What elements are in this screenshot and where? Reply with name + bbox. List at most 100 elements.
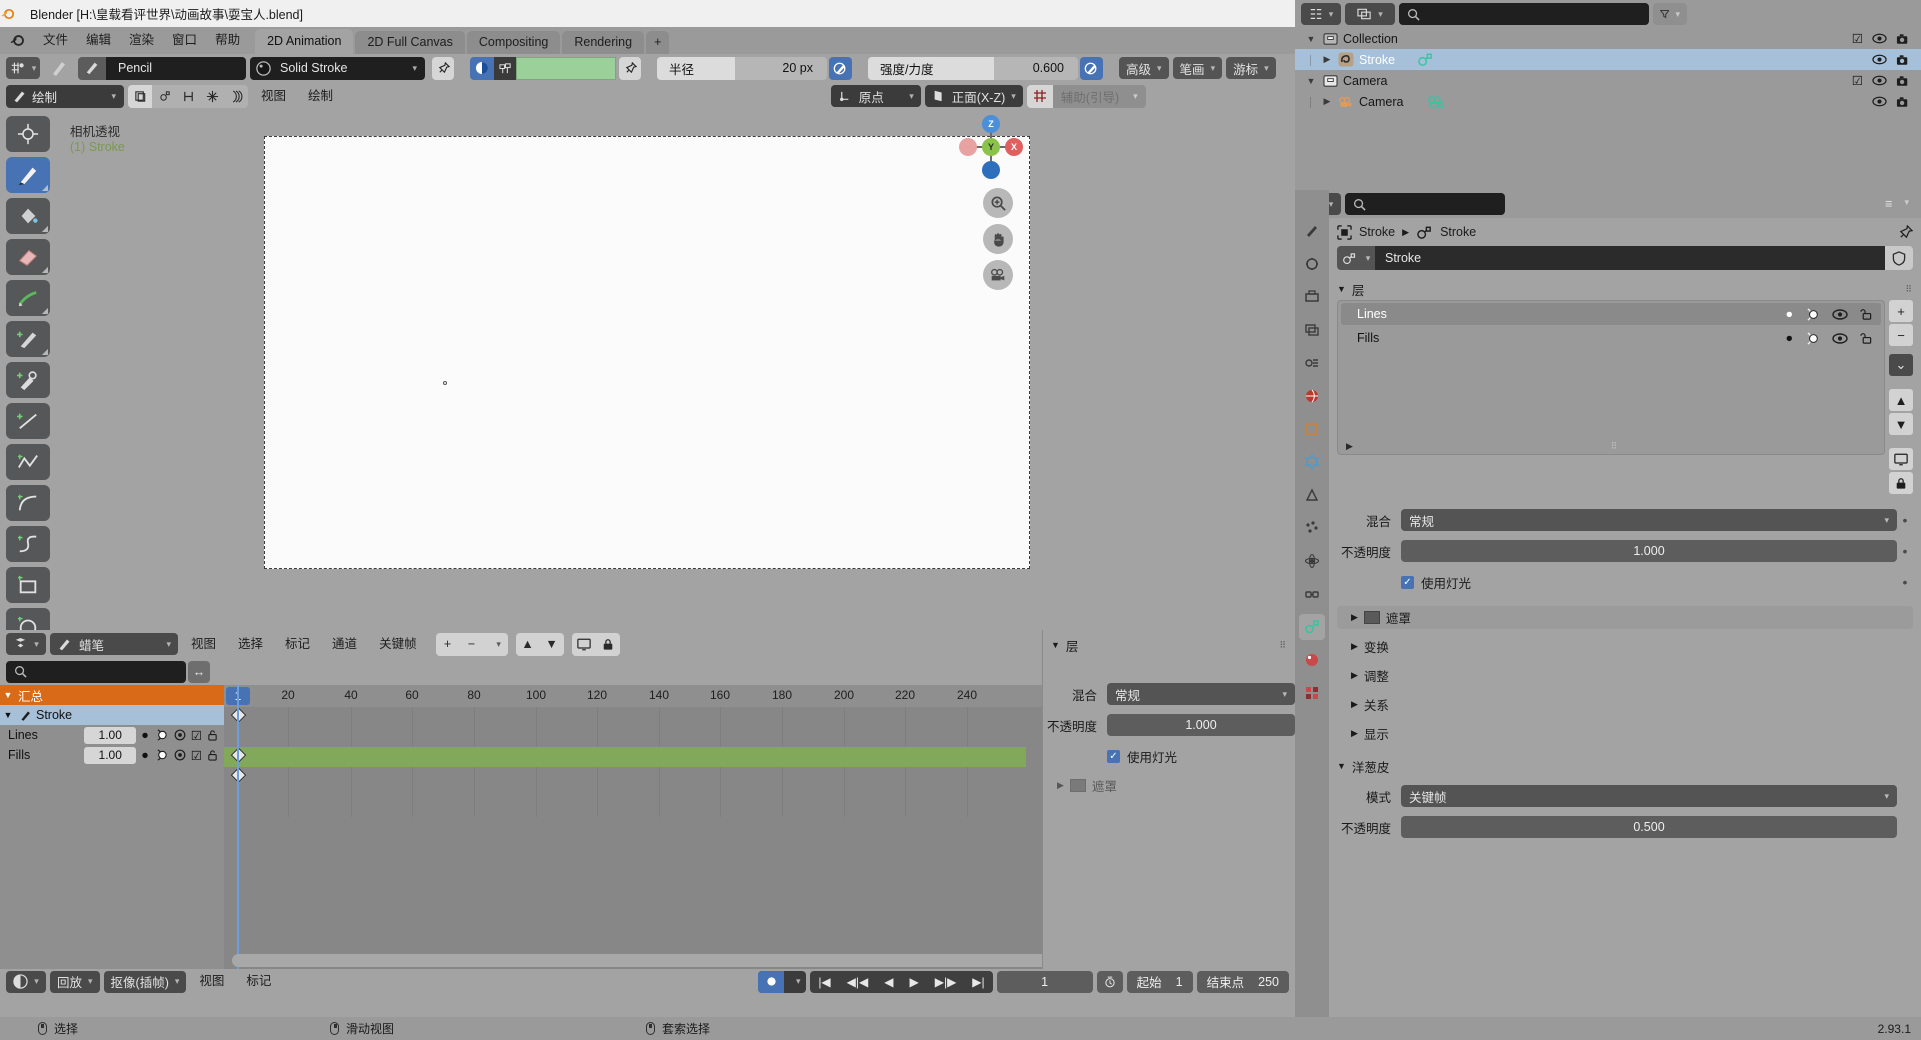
gizmo-axis-z[interactable]: Z: [982, 115, 1000, 133]
editor-type-icon[interactable]: ▾: [6, 633, 46, 655]
orientation-selector[interactable]: 正面(X-Z) ▾: [924, 85, 1023, 107]
layer-mask-dot-icon[interactable]: ●: [1785, 307, 1793, 321]
guides-toggle-icon[interactable]: [1026, 84, 1053, 108]
tab-material[interactable]: [1299, 647, 1325, 673]
multiframe-icon[interactable]: [200, 85, 224, 108]
gizmo-axis-neg-z[interactable]: [982, 161, 1000, 179]
playback-popover[interactable]: 回放 ▾: [50, 970, 100, 993]
dopesheet-menu-select[interactable]: 选择: [229, 633, 272, 656]
material-selector[interactable]: Solid Stroke ▾: [250, 56, 425, 80]
add-workspace-button[interactable]: +: [646, 31, 670, 54]
breadcrumb-data-label[interactable]: Stroke: [1440, 225, 1476, 239]
outliner-display-mode[interactable]: ▾: [1345, 3, 1395, 25]
layers-panel-header[interactable]: ▼ 层 ⠿: [1337, 278, 1913, 300]
jump-prev-keyframe-button[interactable]: ◀|◀: [839, 975, 877, 989]
tab-effects[interactable]: [1299, 482, 1325, 508]
channel-layer-fills[interactable]: Fills 1.00 ● ☑: [0, 745, 224, 765]
tool-eyedropper[interactable]: [6, 362, 50, 398]
move-layer-down-button[interactable]: ▼: [1889, 413, 1913, 435]
play-button[interactable]: ▶: [901, 975, 926, 989]
opacity-animate-dot[interactable]: •: [1897, 543, 1913, 559]
expand-icon[interactable]: ▼: [1303, 34, 1319, 44]
layer-lines-opacity[interactable]: 1.00: [84, 726, 137, 744]
layer-row-lines[interactable]: Lines ●: [1341, 303, 1881, 325]
layer-lines-mask-icon[interactable]: [174, 729, 186, 741]
collection-enable-checkbox[interactable]: ☑: [1852, 31, 1863, 46]
gpencil-data-icon[interactable]: [1417, 52, 1434, 67]
onion-skin-icon[interactable]: [224, 85, 248, 108]
frame-start-field[interactable]: 起始 1: [1126, 970, 1193, 993]
sidebar-blend-dropdown[interactable]: 常规 ▾: [1107, 683, 1295, 705]
layer-list-box[interactable]: Lines ● Fills ● ▶ ⠿: [1337, 300, 1885, 455]
eye-icon[interactable]: [1872, 75, 1887, 86]
tab-constraints[interactable]: [1299, 581, 1325, 607]
outliner-row-camera-collection[interactable]: ▼ Camera ☑: [1295, 70, 1921, 91]
eye-icon[interactable]: [1872, 96, 1887, 107]
use-lights-checkbox[interactable]: ✓ 使用灯光: [1401, 573, 1897, 592]
tool-cutter[interactable]: ◢: [6, 321, 50, 357]
layer-list-expand-icon[interactable]: ▶: [1346, 441, 1353, 452]
layer-fills-onion-icon[interactable]: [154, 749, 169, 761]
move-down-button[interactable]: ▼: [540, 633, 564, 656]
tool-fill[interactable]: ◢: [6, 198, 50, 234]
tool-preset-icon[interactable]: ▾: [6, 57, 40, 79]
keying-popover[interactable]: 抠像(插帧) ▾: [103, 970, 187, 993]
outliner-editor-type-icon[interactable]: ▾: [1301, 3, 1341, 25]
onion-opacity-value[interactable]: 0.500: [1401, 816, 1897, 838]
channel-object-stroke[interactable]: ▼ Stroke: [0, 705, 224, 725]
timeline-menu-view[interactable]: 视图: [190, 970, 233, 993]
timeline-editor-type-icon[interactable]: ▾: [6, 970, 46, 993]
dopesheet-menu-key[interactable]: 关键帧: [370, 633, 426, 656]
properties-search-input[interactable]: [1345, 193, 1505, 215]
use-preview-range-icon[interactable]: [1096, 970, 1123, 993]
selectmode-segment-icon[interactable]: [176, 85, 200, 108]
subpanel-mask[interactable]: ▶ 遮罩: [1337, 606, 1913, 629]
tool-circle[interactable]: [6, 608, 50, 630]
layer-fills-lock-icon[interactable]: [207, 749, 218, 761]
camera-render-icon[interactable]: [1896, 33, 1911, 45]
layer-unlock-icon[interactable]: [1859, 332, 1873, 345]
blend-animate-dot[interactable]: •: [1897, 512, 1913, 528]
camera-render-icon[interactable]: [1896, 75, 1911, 87]
keyrow-lines[interactable]: [224, 747, 1026, 767]
selectmode-point-icon[interactable]: [128, 84, 152, 108]
tab-texture[interactable]: [1299, 680, 1325, 706]
menu-edit[interactable]: 编辑: [77, 27, 120, 54]
selectmode-stroke-icon[interactable]: [152, 85, 176, 108]
camera-render-icon[interactable]: [1896, 96, 1911, 108]
cursor-popover-button[interactable]: 游标 ▾: [1226, 57, 1276, 79]
subpanel-adjust[interactable]: ▶ 调整: [1337, 664, 1913, 687]
layer-fills-opacity[interactable]: 1.00: [84, 746, 137, 764]
tab-rendering[interactable]: Rendering: [562, 31, 645, 54]
layer-lines-onion-icon[interactable]: [154, 729, 169, 741]
pin-material-button[interactable]: [432, 56, 454, 80]
brush-selector[interactable]: Pencil: [78, 56, 246, 80]
opacity-value[interactable]: 1.000: [1401, 540, 1897, 562]
use-lights-animate-dot[interactable]: •: [1897, 574, 1913, 590]
tab-output[interactable]: [1299, 284, 1325, 310]
tool-curve[interactable]: [6, 526, 50, 562]
tool-line[interactable]: [6, 403, 50, 439]
tool-cursor[interactable]: [6, 116, 50, 152]
camera-icon[interactable]: [983, 260, 1013, 290]
navigation-gizmo[interactable]: Z Y X: [959, 115, 1023, 179]
layer-fills-checkbox[interactable]: ☑: [191, 748, 202, 763]
strength-pressure-toggle[interactable]: [1080, 56, 1103, 80]
3d-viewport[interactable]: 相机透视 (1) Stroke ◢ ◢ ◢ ◢ ◢ Z Y X: [0, 110, 1295, 630]
fill-color-mode-icon[interactable]: [494, 56, 516, 80]
lock-icon[interactable]: [596, 633, 620, 656]
outliner-row-camera-object[interactable]: │ ▶ Camera: [1295, 91, 1921, 112]
channel-summary[interactable]: ▼ 汇总: [0, 685, 224, 705]
blend-dropdown[interactable]: 常规 ▾: [1401, 509, 1897, 531]
layer-isolate-screen-button[interactable]: [1889, 448, 1913, 470]
pin-color-button[interactable]: [619, 56, 641, 80]
layer-fills-mask-icon[interactable]: [174, 749, 186, 761]
jump-next-keyframe-button[interactable]: ▶|▶: [927, 975, 965, 989]
tab-2d-full-canvas[interactable]: 2D Full Canvas: [355, 31, 465, 54]
tab-world[interactable]: [1299, 383, 1325, 409]
channel-layer-lines[interactable]: Lines 1.00 ● ☑: [0, 725, 224, 745]
auto-keying-toggle[interactable]: [758, 970, 785, 993]
gizmo-axis-y[interactable]: Y: [982, 138, 1000, 156]
viewport-menu-draw[interactable]: 绘制: [299, 85, 342, 108]
layer-mask-dot-icon[interactable]: ●: [1785, 331, 1793, 345]
